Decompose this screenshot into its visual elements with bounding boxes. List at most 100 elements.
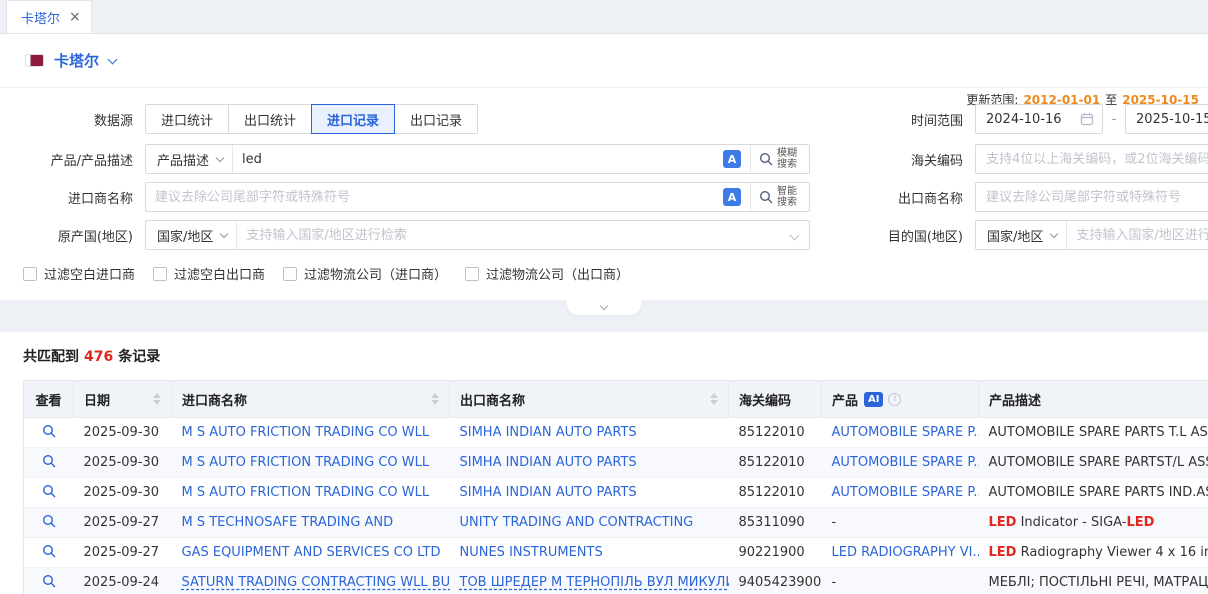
destination-label: 目的国(地区) xyxy=(878,226,963,245)
importer-link[interactable]: SATURN TRADING CONTRACTING WLL BUI... xyxy=(182,575,450,590)
cell-view xyxy=(24,568,74,594)
info-icon[interactable]: i xyxy=(888,393,901,406)
importer-input[interactable] xyxy=(146,184,723,210)
filter-checkbox-2[interactable]: 过滤空白出口商 xyxy=(153,264,265,283)
view-record-button[interactable] xyxy=(42,544,56,558)
importer-link[interactable]: M S AUTO FRICTION TRADING CO WLL xyxy=(182,485,430,500)
importer-link[interactable]: M S AUTO FRICTION TRADING CO WLL xyxy=(182,425,430,440)
product-link[interactable]: AUTOMOBILE SPARE P... xyxy=(832,455,979,470)
product-type-select[interactable]: 产品描述 xyxy=(146,145,233,173)
results-suffix: 条记录 xyxy=(118,349,160,365)
cell-description: AUTOMOBILE SPARE PARTS IND.ASS... xyxy=(979,478,1208,508)
product-link[interactable]: AUTOMOBILE SPARE P... xyxy=(832,425,979,440)
date-from-value: 2024-10-16 xyxy=(986,112,1080,127)
cell-description: LED Indicator - SIGA-LED xyxy=(979,508,1208,538)
col-header-3[interactable]: 进口商名称 xyxy=(172,381,450,418)
collapse-filters-button[interactable] xyxy=(567,300,641,315)
product-input[interactable] xyxy=(233,146,723,172)
col-header-label: 出口商名称 xyxy=(460,390,525,409)
results-count-value: 476 xyxy=(84,349,113,365)
translate-icon[interactable]: A xyxy=(723,188,741,206)
cell-exporter: SIMHA INDIAN AUTO PARTS xyxy=(450,418,729,448)
hs-code-input[interactable] xyxy=(975,144,1208,174)
cell-hs-code: 9405423900 xyxy=(729,568,822,594)
sort-icon[interactable] xyxy=(153,393,161,405)
chevron-down-icon xyxy=(216,154,224,162)
translate-icon[interactable]: A xyxy=(723,150,741,168)
data-source-option-3[interactable]: 进口记录 xyxy=(311,104,395,134)
col-header-label: 产品描述 xyxy=(989,390,1041,409)
cell-hs-code: 85122010 xyxy=(729,448,822,478)
cell-importer: M S TECHNOSAFE TRADING AND xyxy=(172,508,450,538)
tab-qatar[interactable]: 卡塔尔 × xyxy=(6,0,92,33)
exporter-link[interactable]: SIMHA INDIAN AUTO PARTS xyxy=(460,425,637,440)
exporter-link[interactable]: ТОВ ШРЕДЕР М ТЕРНОПІЛЬ ВУЛ МИКУЛИ... xyxy=(460,575,729,590)
destination-type-select[interactable]: 国家/地区 xyxy=(976,221,1067,249)
exporter-link[interactable]: SIMHA INDIAN AUTO PARTS xyxy=(460,485,637,500)
origin-input[interactable] xyxy=(237,222,787,248)
product-link[interactable]: LED RADIOGRAPHY VI... xyxy=(832,545,979,560)
smart-search-button[interactable]: 智能搜索 xyxy=(750,183,809,211)
date-from-input[interactable]: 2024-10-16 xyxy=(975,104,1103,134)
cell-product: AUTOMOBILE SPARE P... xyxy=(822,418,979,448)
cell-product: LED RADIOGRAPHY VI... xyxy=(822,538,979,568)
table-header-row: 查看日期进口商名称出口商名称海关编码产品AIi产品描述 xyxy=(24,381,1208,418)
view-record-button[interactable] xyxy=(42,424,56,438)
destination-input[interactable] xyxy=(1067,222,1208,248)
date-to-input[interactable]: 2025-10-15 xyxy=(1125,104,1208,134)
product-link[interactable]: AUTOMOBILE SPARE P... xyxy=(832,485,979,500)
filter-row-importer: 进口商名称 A 智能搜索 出口商名称 xyxy=(0,182,1208,212)
col-header-2[interactable]: 日期 xyxy=(74,381,172,418)
checkbox-icon[interactable] xyxy=(283,267,297,281)
cell-view xyxy=(24,418,74,448)
description-highlight: LED xyxy=(989,515,1017,530)
sort-icon[interactable] xyxy=(431,393,439,405)
cell-product: - xyxy=(822,568,979,594)
importer-label: 进口商名称 xyxy=(0,188,133,207)
filter-row-datasource: 数据源 进口统计出口统计进口记录出口记录 时间范围 2024-10-16 - xyxy=(0,104,1208,134)
checkbox-icon[interactable] xyxy=(153,267,167,281)
exporter-input[interactable] xyxy=(975,182,1208,212)
data-source-option-2[interactable]: 出口统计 xyxy=(228,104,312,134)
chevron-down-icon[interactable] xyxy=(108,54,118,64)
filter-checkbox-3[interactable]: 过滤物流公司（进口商） xyxy=(283,264,447,283)
filter-checkbox-4[interactable]: 过滤物流公司（出口商） xyxy=(465,264,629,283)
checkbox-icon[interactable] xyxy=(465,267,479,281)
view-record-button[interactable] xyxy=(42,484,56,498)
cell-hs-code: 85122010 xyxy=(729,418,822,448)
view-icon xyxy=(42,514,56,528)
importer-link[interactable]: M S AUTO FRICTION TRADING CO WLL xyxy=(182,455,430,470)
col-header-label: 海关编码 xyxy=(739,390,791,409)
product-label: 产品/产品描述 xyxy=(0,150,133,169)
checkbox-icon[interactable] xyxy=(23,267,37,281)
view-record-button[interactable] xyxy=(42,574,56,588)
cell-date: 2025-09-24 xyxy=(74,568,172,594)
cell-view xyxy=(24,538,74,568)
exporter-link[interactable]: SIMHA INDIAN AUTO PARTS xyxy=(460,455,637,470)
origin-type-select[interactable]: 国家/地区 xyxy=(146,221,237,249)
cell-date: 2025-09-30 xyxy=(74,478,172,508)
filter-checkbox-1[interactable]: 过滤空白进口商 xyxy=(23,264,135,283)
exporter-link[interactable]: NUNES INSTRUMENTS xyxy=(460,545,603,560)
results-count: 共匹配到476条记录 xyxy=(23,346,1208,366)
col-header-4[interactable]: 出口商名称 xyxy=(450,381,729,418)
sort-icon[interactable] xyxy=(710,393,718,405)
description-highlight: LED xyxy=(1126,515,1154,530)
data-source-option-4[interactable]: 出口记录 xyxy=(394,104,478,134)
chevron-down-icon xyxy=(1050,230,1058,238)
cell-importer: GAS EQUIPMENT AND SERVICES CO LTD xyxy=(172,538,450,568)
checkbox-label: 过滤空白进口商 xyxy=(44,264,135,283)
table-row: 2025-09-27GAS EQUIPMENT AND SERVICES CO … xyxy=(24,538,1208,568)
importer-link[interactable]: GAS EQUIPMENT AND SERVICES CO LTD xyxy=(182,545,441,560)
search-icon xyxy=(759,190,773,204)
importer-link[interactable]: M S TECHNOSAFE TRADING AND xyxy=(182,515,394,530)
view-record-button[interactable] xyxy=(42,454,56,468)
view-record-button[interactable] xyxy=(42,514,56,528)
chevron-down-icon xyxy=(220,230,228,238)
close-icon[interactable]: × xyxy=(69,10,81,24)
data-source-option-1[interactable]: 进口统计 xyxy=(145,104,229,134)
exporter-link[interactable]: UNITY TRADING AND CONTRACTING xyxy=(460,515,694,530)
view-icon xyxy=(42,454,56,468)
fuzzy-search-button[interactable]: 模糊搜索 xyxy=(750,145,809,173)
chevron-down-icon[interactable] xyxy=(790,230,800,240)
